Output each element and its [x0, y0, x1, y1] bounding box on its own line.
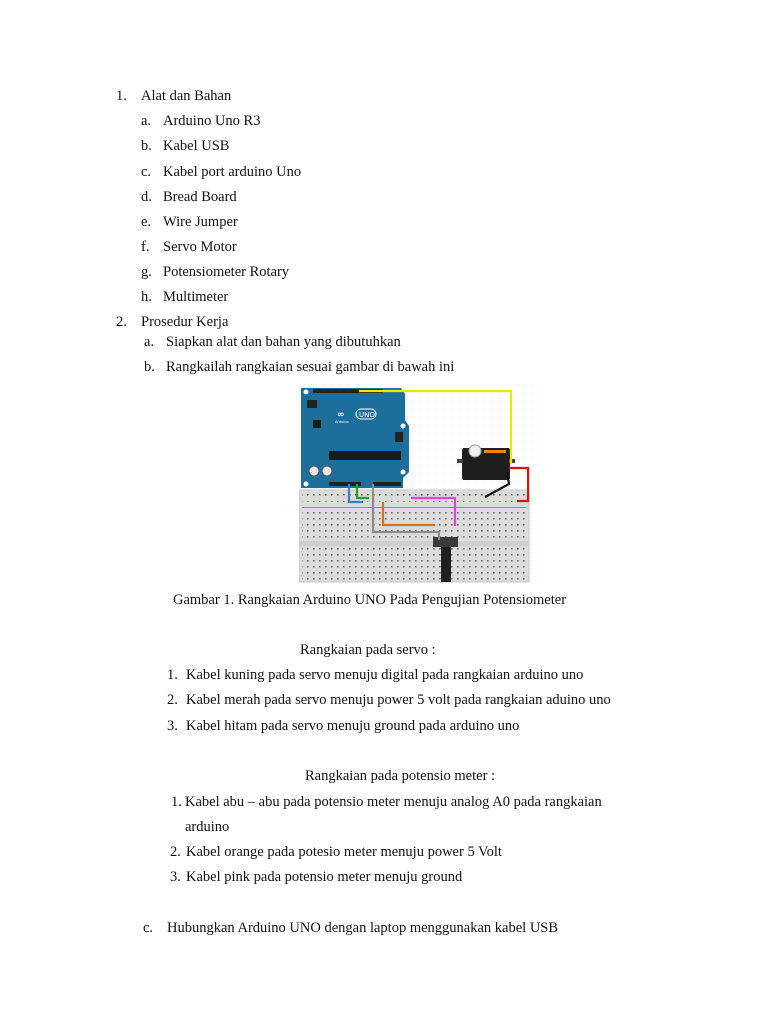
list-item-continuation: arduino	[185, 819, 230, 835]
list-item: 2. Kabel merah pada servo menuju power 5 …	[167, 692, 611, 708]
list-item: a. Siapkan alat dan bahan yang dibutuhkan	[144, 334, 401, 350]
section-2-title: Prosedur Kerja	[141, 314, 229, 330]
circuit-diagram: ∞ UNO Arduino	[298, 384, 539, 584]
list-item: 3. Kabel pink pada potensio meter menuju …	[170, 869, 463, 885]
section-2-number: 2.	[116, 314, 127, 330]
list-item: 2. Kabel orange pada potesio meter menuju…	[170, 844, 502, 860]
list-item: c. Kabel port arduino Uno	[141, 164, 302, 180]
arduino-uno-board: ∞ UNO Arduino	[301, 388, 409, 488]
section-2-heading: 2. Prosedur Kerja	[116, 314, 228, 330]
circuit-figure: ∞ UNO Arduino	[298, 384, 539, 584]
list-item: c. Hubungkan Arduino UNO dengan laptop me…	[143, 920, 559, 936]
list-item: d. Bread Board	[141, 189, 237, 205]
list-item: 1. Kabel kuning pada servo menuju digital…	[167, 667, 584, 683]
infinity-logo: ∞	[337, 410, 345, 420]
potentiometer-heading: Rangkaian pada potensio meter :	[305, 768, 496, 784]
list-item: a. Arduino Uno R3	[141, 113, 261, 129]
list-item: g. Potensiometer Rotary	[141, 264, 290, 280]
list-item: b. Rangkailah rangkaian sesuai gambar di …	[144, 359, 455, 375]
uno-logo: UNO	[359, 411, 375, 419]
figure-caption: Gambar 1. Rangkaian Arduino UNO Pada Pen…	[173, 592, 567, 608]
list-item: e. Wire Jumper	[141, 214, 238, 230]
list-item: 3. Kabel hitam pada servo menuju ground p…	[167, 718, 520, 734]
breadboard	[298, 489, 530, 583]
servo-motor	[457, 444, 515, 480]
servo-heading: Rangkaian pada servo :	[300, 642, 436, 658]
section-1-title: Alat dan Bahan	[141, 88, 232, 104]
list-item: 1. Kabel abu – abu pada potensio meter me…	[171, 794, 602, 810]
arduino-brand: Arduino	[335, 420, 349, 424]
section-1-number: 1.	[116, 88, 127, 104]
list-item: h. Multimeter	[141, 289, 229, 305]
section-1-heading: 1. Alat dan Bahan	[116, 88, 231, 104]
list-item: b. Kabel USB	[141, 138, 230, 154]
list-item: f. Servo Motor	[141, 239, 237, 255]
